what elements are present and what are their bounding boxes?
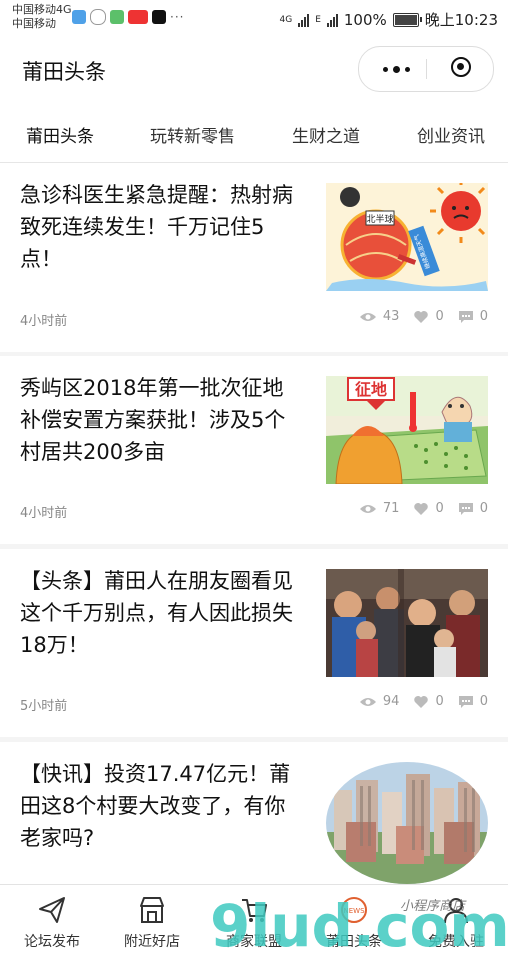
close-miniprogram-button[interactable] (451, 57, 471, 77)
signal-2-icon (326, 13, 338, 27)
tab-money-making[interactable]: 生财之道 (292, 122, 360, 147)
article-stats: 71 0 0 (345, 501, 488, 516)
more-options-button[interactable] (383, 62, 413, 76)
article-card-2[interactable]: 秀屿区2018年第一批次征地补偿安置方案获批！涉及5个村居共200多亩 征地 4… (0, 356, 508, 544)
nav-label: 莆田头条 (326, 934, 382, 950)
nav-label: 商家联盟 (226, 934, 282, 950)
likes-stat[interactable]: 0 (413, 501, 444, 516)
article-thumbnail[interactable]: 北半球 继续高温天气 (326, 183, 488, 291)
bottom-nav: 论坛发布 附近好店 商家联盟 NEWS 莆田头条 免费入驻 (0, 884, 508, 961)
article-stats: 43 0 0 (345, 309, 488, 324)
carrier-2: 中国移动 (12, 17, 56, 30)
views-count: 71 (382, 501, 400, 516)
battery-text: 100% (343, 10, 387, 29)
tiktok-icon (152, 10, 166, 24)
paper-plane-icon (39, 897, 65, 923)
comment-icon (458, 502, 473, 515)
heart-icon (414, 695, 429, 708)
article-stats: 94 0 0 (345, 694, 488, 709)
comments-stat[interactable]: 0 (458, 309, 488, 324)
views-stat: 71 (359, 501, 400, 516)
views-count: 43 (382, 309, 400, 324)
page-title: 莆田头条 (22, 60, 106, 84)
article-thumbnail[interactable]: 征地 (326, 376, 488, 484)
crowd-photo (326, 569, 488, 677)
article-title[interactable]: 【头条】莆田人在朋友圈看见这个千万别点，有人因此损失18万！ (20, 565, 302, 661)
nav-merchant-alliance[interactable]: 商家联盟 (204, 885, 304, 961)
status-bar: 中国移动4G 中国移动 ··· 4G E 100% 晚上10:23 (0, 0, 508, 36)
likes-stat[interactable]: 0 (413, 694, 444, 709)
comment-icon (458, 695, 473, 708)
nav-label: 论坛发布 (24, 934, 80, 950)
likes-count: 0 (435, 694, 444, 709)
tab-putian-toutiao[interactable]: 莆田头条 (26, 122, 94, 147)
nav-forum-post[interactable]: 论坛发布 (2, 885, 102, 961)
wechat-icon (90, 9, 106, 25)
signal-1-icon (298, 13, 310, 27)
article-card-3[interactable]: 【头条】莆田人在朋友圈看见这个千万别点，有人因此损失18万！ 5小时前 94 0… (0, 549, 508, 737)
battery-icon (392, 12, 422, 27)
toutiao-icon (128, 10, 148, 24)
heart-icon (414, 502, 429, 515)
app-icon (110, 10, 124, 24)
comments-count: 0 (479, 309, 488, 324)
user-icon (444, 898, 468, 924)
article-time: 5小时前 (20, 699, 68, 714)
city-buildings-photo (326, 762, 488, 884)
network-1: 4G (279, 14, 293, 25)
article-title[interactable]: 【快讯】投资17.47亿元！莆田这8个村要大改变了，有你老家吗? (20, 758, 302, 854)
land-acquisition-illustration: 征地 (326, 376, 488, 484)
news-icon: NEWS (341, 897, 367, 923)
carrier-info: 中国移动4G 中国移动 (12, 3, 72, 31)
nav-label: 附近好店 (124, 934, 180, 950)
tab-new-retail[interactable]: 玩转新零售 (150, 122, 235, 147)
nav-nearby-stores[interactable]: 附近好店 (102, 885, 202, 961)
image-label-1: 北半球 (366, 213, 393, 225)
likes-count: 0 (435, 309, 444, 324)
views-count: 94 (382, 694, 400, 709)
notification-icons: ··· (72, 9, 184, 25)
nav-free-join[interactable]: 免费入驻 (406, 885, 506, 961)
eye-icon (359, 697, 376, 706)
comment-icon (458, 310, 473, 323)
capsule-divider (426, 59, 427, 79)
store-icon (140, 897, 164, 923)
nav-label: 免费入驻 (428, 934, 484, 950)
comments-count: 0 (479, 694, 488, 709)
comments-count: 0 (479, 501, 488, 516)
likes-count: 0 (435, 501, 444, 516)
comments-stat[interactable]: 0 (458, 501, 488, 516)
likes-stat[interactable]: 0 (413, 309, 444, 324)
status-right: 4G E 100% 晚上10:23 (279, 9, 498, 30)
views-stat: 94 (359, 694, 400, 709)
article-thumbnail[interactable] (326, 569, 488, 677)
article-title[interactable]: 秀屿区2018年第一批次征地补偿安置方案获批！涉及5个村居共200多亩 (20, 372, 302, 468)
eye-icon (359, 312, 376, 321)
tab-startup-news[interactable]: 创业资讯 (417, 122, 485, 147)
article-thumbnail[interactable] (326, 762, 488, 884)
svg-text:NEWS: NEWS (343, 907, 365, 915)
eye-icon (359, 504, 376, 513)
heatwave-illustration: 北半球 继续高温天气 (326, 183, 488, 291)
article-time: 4小时前 (20, 314, 68, 329)
heart-icon (414, 310, 429, 323)
miniprogram-capsule (358, 46, 494, 92)
carrier-1: 中国移动4G (12, 3, 72, 16)
views-stat: 43 (359, 309, 400, 324)
message-icon (72, 10, 86, 24)
comments-stat[interactable]: 0 (458, 694, 488, 709)
cart-icon (242, 899, 267, 922)
image-label-1: 征地 (355, 380, 387, 399)
category-tabs: 莆田头条 玩转新零售 生财之道 创业资讯 (0, 102, 508, 163)
article-time: 4小时前 (20, 506, 68, 521)
article-title[interactable]: 急诊科医生紧急提醒：热射病致死连续发生！千万记住5点！ (20, 179, 302, 275)
article-card-1[interactable]: 急诊科医生紧急提醒：热射病致死连续发生！千万记住5点！ 北半球 继续高温天气 4… (0, 163, 508, 352)
clock: 晚上10:23 (424, 11, 498, 29)
article-card-4[interactable]: 【快讯】投资17.47亿元！莆田这8个村要大改变了，有你老家吗? (0, 742, 508, 884)
title-bar: 莆田头条 (0, 36, 508, 102)
nav-putian-toutiao[interactable]: NEWS 莆田头条 (304, 885, 404, 961)
more-icon: ··· (170, 10, 185, 24)
network-2: E (315, 14, 321, 25)
